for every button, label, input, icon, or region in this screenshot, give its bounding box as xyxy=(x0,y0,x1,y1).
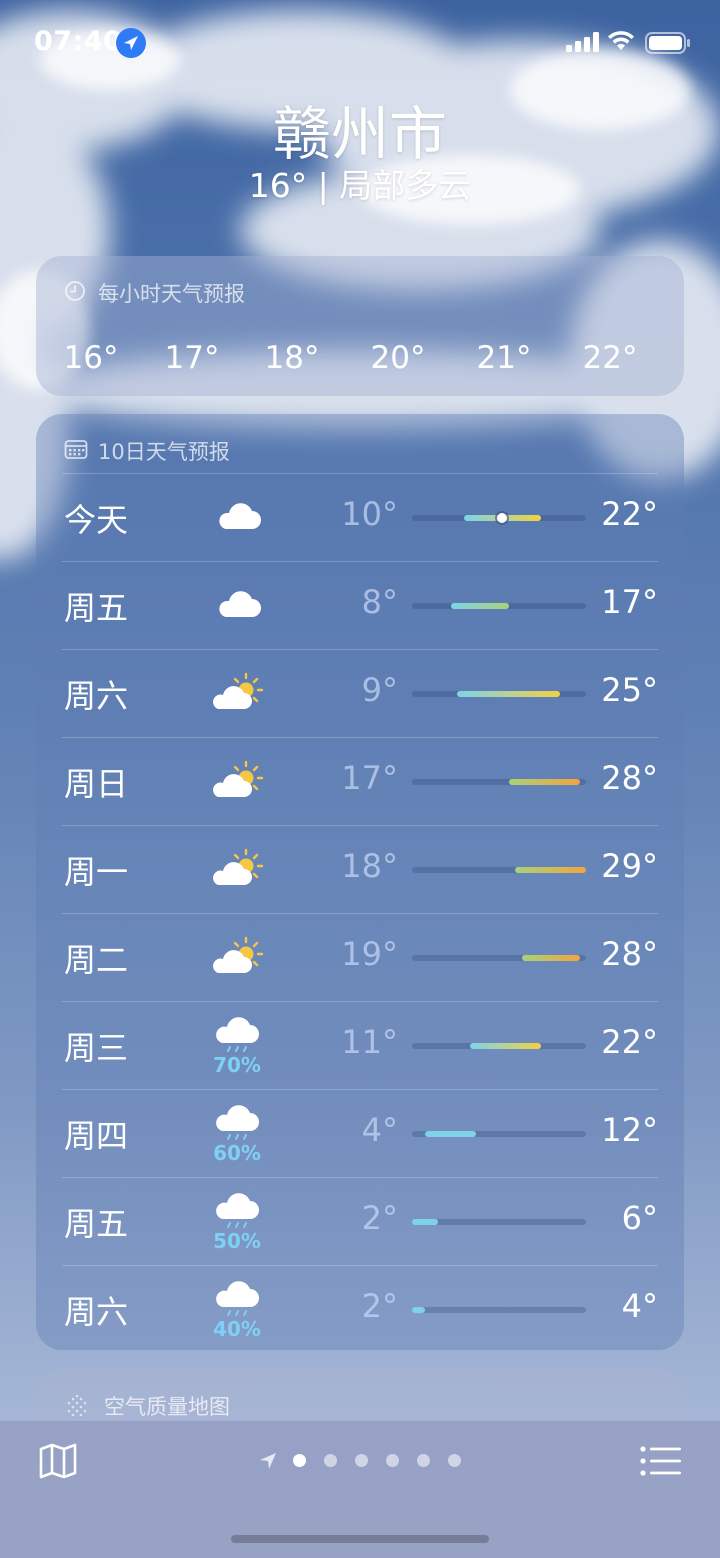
high-temp: 17° xyxy=(601,583,658,621)
high-temp: 12° xyxy=(601,1111,658,1149)
precipitation-chance: 50% xyxy=(213,1229,261,1253)
high-temp: 25° xyxy=(601,671,658,709)
low-temp: 19° xyxy=(341,935,398,973)
cloud-icon xyxy=(219,591,261,617)
precipitation-chance: 70% xyxy=(213,1053,261,1077)
forecast-day-row[interactable]: 周一 18° 29° xyxy=(36,825,684,913)
partly-sunny-icon xyxy=(213,760,264,797)
forecast-day-row[interactable]: 周五 8° 17° xyxy=(36,561,684,649)
current-condition: 16° | 局部多云 xyxy=(248,166,472,205)
city-name: 赣州市 xyxy=(272,100,447,168)
wifi-icon xyxy=(608,31,634,50)
forecast-day-row[interactable]: 周二 19° 28° xyxy=(36,913,684,1001)
day-name: 周三 xyxy=(64,1029,129,1067)
high-temp: 22° xyxy=(601,1023,658,1061)
hourly-temp: 22° xyxy=(582,340,638,376)
current-temp-marker xyxy=(497,513,508,523)
day-name: 周日 xyxy=(64,765,129,803)
page-dot[interactable] xyxy=(448,1454,461,1467)
day-name: 周一 xyxy=(64,853,129,891)
precipitation-chance: 40% xyxy=(213,1317,261,1341)
city-list-icon[interactable] xyxy=(640,1445,682,1477)
forecast-day-row[interactable]: 周四 60% 4° 12° xyxy=(36,1089,684,1177)
home-indicator[interactable] xyxy=(231,1535,489,1543)
forecast-day-row[interactable]: 周五 50% 2° 6° xyxy=(36,1177,684,1265)
ten-day-forecast-card[interactable]: 10日天气预报 今天 10° 22° 周五 8° 17° 周六 9° 25° 周日 17° 28° 周一… xyxy=(36,414,684,1350)
high-temp: 22° xyxy=(601,495,658,533)
status-bar: 07:40 xyxy=(0,0,720,88)
temperature-range-fill xyxy=(424,1131,477,1137)
clock-icon xyxy=(65,281,85,301)
hourly-forecast-card[interactable]: 每小时天气预报 16° 17° 18° 20° 21° 22° xyxy=(36,256,684,396)
battery-icon xyxy=(645,32,690,54)
low-temp: 2° xyxy=(361,1199,398,1237)
low-temp: 10° xyxy=(341,495,398,533)
partly-sunny-icon xyxy=(213,672,264,709)
map-icon[interactable] xyxy=(38,1441,78,1481)
dots-grid-icon xyxy=(67,1394,87,1417)
day-name: 今天 xyxy=(64,501,129,539)
low-temp: 4° xyxy=(361,1111,398,1149)
day-name: 周六 xyxy=(64,1293,129,1331)
forecast-day-row[interactable]: 周日 17° 28° xyxy=(36,737,684,825)
location-header: 赣州市 16° | 局部多云 xyxy=(0,98,720,206)
cellular-signal-icon xyxy=(566,32,599,52)
cloud-icon xyxy=(219,503,261,529)
page-dot[interactable] xyxy=(355,1454,368,1467)
page-dot[interactable] xyxy=(293,1454,306,1467)
low-temp: 11° xyxy=(341,1023,398,1061)
page-dot[interactable] xyxy=(324,1454,337,1467)
temperature-range-fill xyxy=(457,691,561,697)
temperature-range-fill xyxy=(412,1219,438,1225)
page-dot[interactable] xyxy=(386,1454,399,1467)
forecast-day-row[interactable]: 今天 10° 22° xyxy=(36,473,684,561)
high-temp: 28° xyxy=(601,935,658,973)
hourly-temps-row: 16° 17° 18° 20° 21° 22° xyxy=(36,340,684,380)
location-arrow-icon xyxy=(116,28,146,58)
temperature-range-fill xyxy=(412,1307,425,1313)
day-name: 周六 xyxy=(64,677,129,715)
day-name: 周五 xyxy=(64,589,129,627)
high-temp: 6° xyxy=(621,1199,658,1237)
temperature-range-fill xyxy=(470,1043,541,1049)
precipitation-chance: 60% xyxy=(213,1141,261,1165)
temperature-range-fill xyxy=(450,603,509,609)
calendar-icon xyxy=(64,440,88,459)
high-temp: 28° xyxy=(601,759,658,797)
current-location-icon xyxy=(260,1453,276,1469)
day-name: 周二 xyxy=(64,941,129,979)
bottom-toolbar xyxy=(0,1421,720,1558)
high-temp: 4° xyxy=(621,1287,658,1325)
forecast-day-row[interactable]: 周三 70% 11° 22° xyxy=(36,1001,684,1089)
page-dot[interactable] xyxy=(417,1454,430,1467)
partly-sunny-icon xyxy=(213,936,264,973)
day-name: 周四 xyxy=(64,1117,129,1155)
hourly-temp: 18° xyxy=(264,340,320,376)
hourly-temp: 17° xyxy=(164,340,220,376)
hourly-temp: 21° xyxy=(476,340,532,376)
low-temp: 17° xyxy=(341,759,398,797)
high-temp: 29° xyxy=(601,847,658,885)
partly-sunny-icon xyxy=(213,848,264,885)
low-temp: 18° xyxy=(341,847,398,885)
status-time: 07:40 xyxy=(34,26,123,57)
day-name: 周五 xyxy=(64,1205,129,1243)
hourly-temp: 20° xyxy=(370,340,426,376)
forecast-day-row[interactable]: 周六 9° 25° xyxy=(36,649,684,737)
hourly-temp: 16° xyxy=(63,340,119,376)
low-temp: 2° xyxy=(361,1287,398,1325)
low-temp: 9° xyxy=(361,671,398,709)
forecast-day-row[interactable]: 周六 40% 2° 4° xyxy=(36,1265,684,1353)
low-temp: 8° xyxy=(361,583,398,621)
